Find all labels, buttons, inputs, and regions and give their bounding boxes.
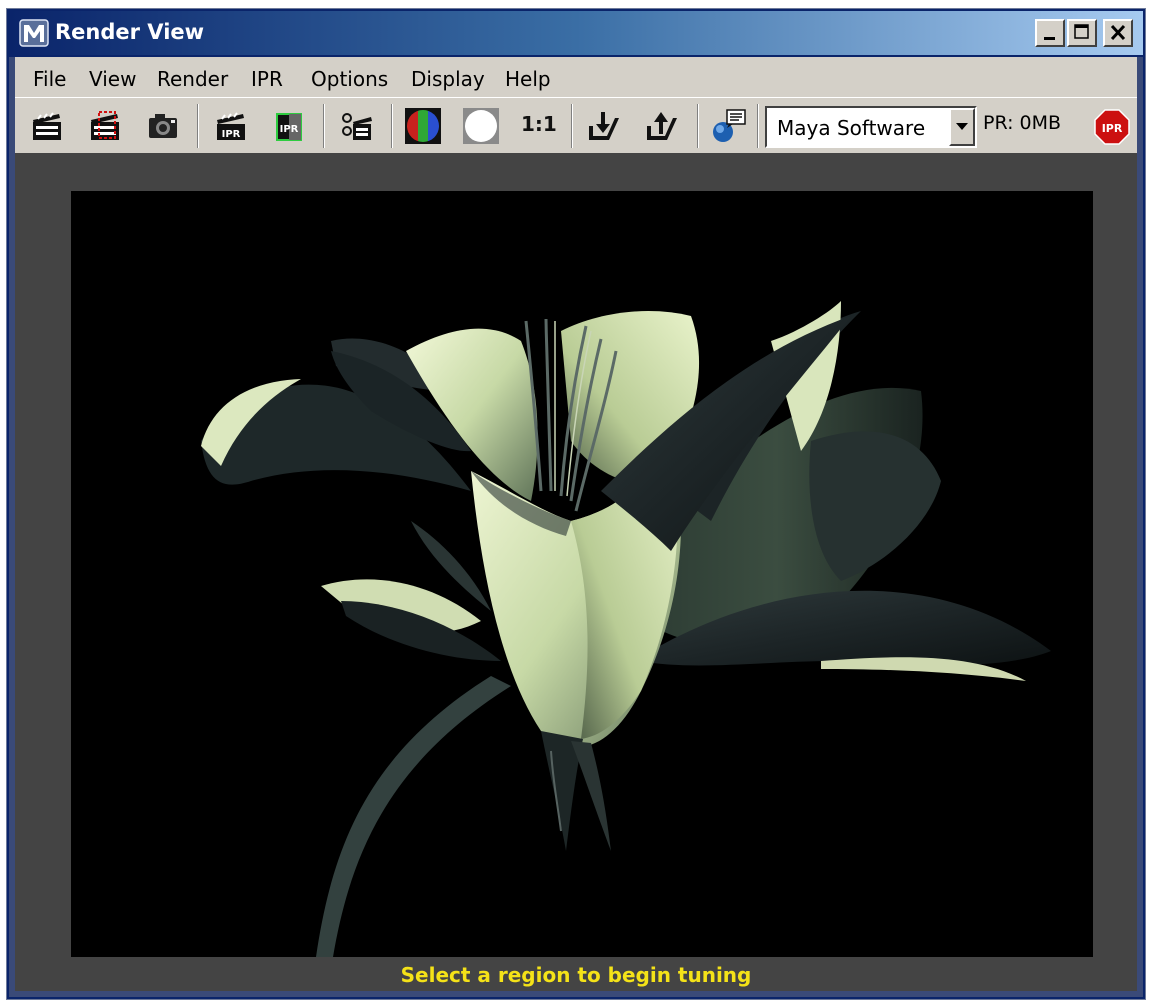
menu-render[interactable]: Render [157,67,228,91]
keep-image-icon[interactable] [585,106,625,146]
maya-logo-icon [19,19,49,47]
maximize-icon [1074,24,1089,39]
minimize-icon [1044,37,1055,40]
svg-text:IPR: IPR [222,129,241,140]
menu-bar: File View Render IPR Options Display Hel… [15,57,1137,97]
maximize-button[interactable] [1067,19,1097,47]
ipr-refresh-icon[interactable]: IPR [269,106,309,146]
remove-image-icon[interactable] [643,106,683,146]
render-frame-icon[interactable] [27,106,67,146]
snapshot-icon[interactable] [143,106,183,146]
rgb-channels-icon[interactable] [403,106,443,146]
render-region-icon[interactable] [85,106,125,146]
render-view-window: Render View File View Render IPR Options… [6,8,1146,1000]
window-frame: File View Render IPR Options Display Hel… [9,57,1143,997]
svg-text:IPR: IPR [280,124,299,135]
render-globals-icon[interactable] [709,106,749,146]
menu-help[interactable]: Help [505,67,551,91]
status-message: Select a region to begin tuning [400,963,752,987]
renderer-value: Maya Software [777,116,926,140]
title-bar[interactable]: Render View [9,11,1143,55]
window-title: Render View [55,20,205,44]
toolbar-separator [197,104,199,148]
renderer-dropdown-button[interactable] [949,108,975,146]
svg-text:IPR: IPR [1102,122,1123,135]
toolbar-separator [323,104,325,148]
menu-file[interactable]: File [33,67,66,91]
minimize-button[interactable] [1035,19,1065,47]
close-icon [1110,24,1126,41]
real-size-button[interactable]: 1:1 [521,112,557,136]
toolbar-separator [697,104,699,148]
menu-view[interactable]: View [89,67,136,91]
render-view-body: File View Render IPR Options Display Hel… [15,57,1137,991]
renderer-dropdown[interactable]: Maya Software [765,106,977,148]
toolbar-separator [571,104,573,148]
menu-options[interactable]: Options [311,67,388,91]
menu-ipr[interactable]: IPR [251,67,283,91]
menu-display[interactable]: Display [411,67,485,91]
toolbar-separator [757,104,759,148]
render-viewport[interactable] [71,191,1093,957]
toolbar-separator [391,104,393,148]
ipr-stop-icon[interactable]: IPR [1093,108,1131,146]
alpha-channel-icon[interactable] [461,106,501,146]
chevron-down-icon [956,123,968,130]
ipr-render-icon[interactable]: IPR [211,106,251,146]
render-settings-icon[interactable] [337,106,377,146]
close-button[interactable] [1103,19,1133,47]
lily-flower-render [201,301,1051,957]
memory-readout: PR: 0MB [983,112,1062,134]
toolbar: IPR IPR 1:1 Maya Software PR: 0MB IPR [15,97,1137,153]
